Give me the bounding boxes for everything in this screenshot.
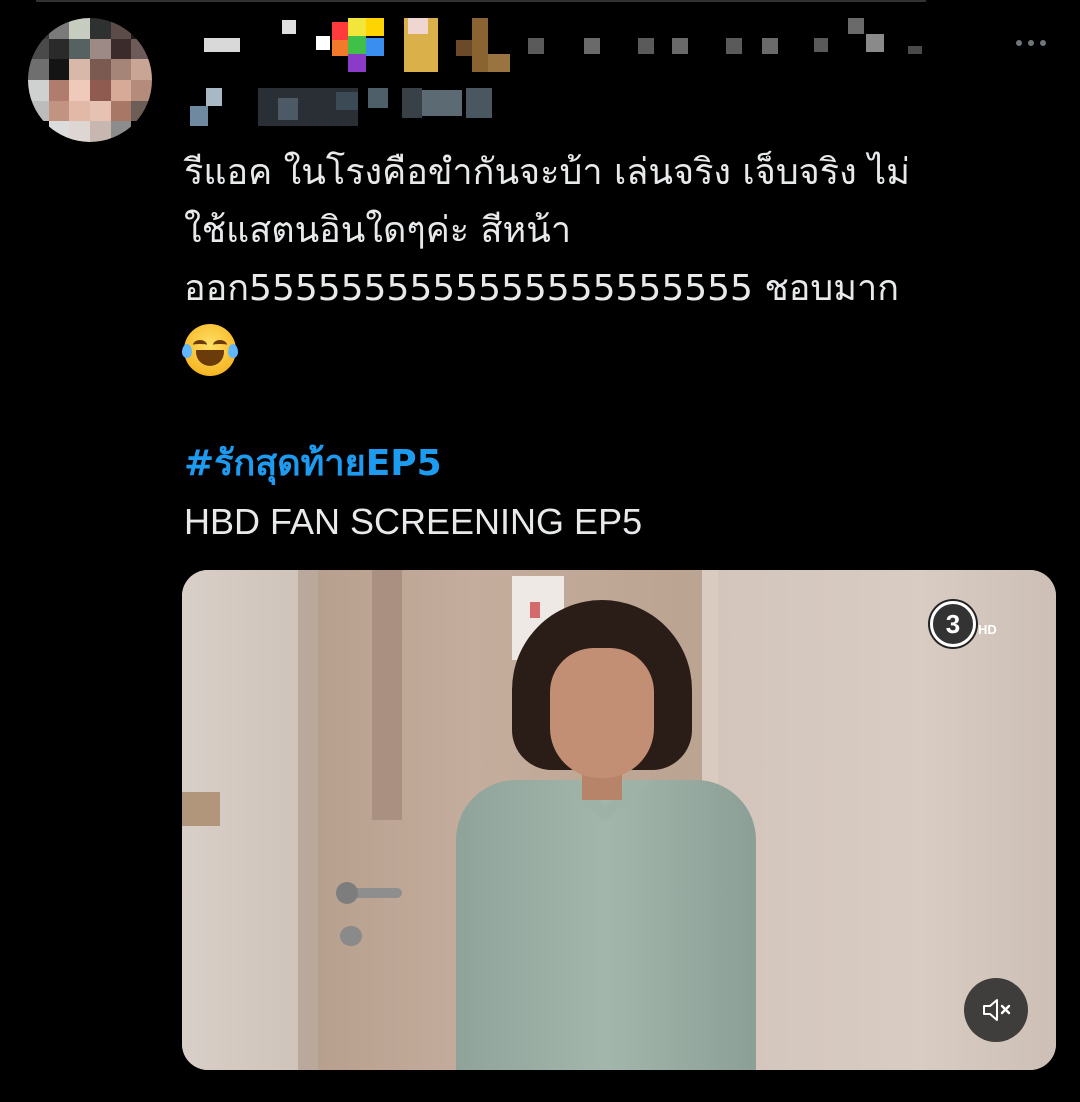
tweet-text: รีแอค ในโรงคือขำกันจะบ้า เล่นจริง เจ็บจร… [182,144,1054,376]
hashtag-link[interactable]: #รักสุดท้ายEP5 [184,436,442,492]
face-with-tears-of-joy-icon [182,324,238,376]
tweet-text-line-3: ออก5555555555555555555555 ชอบมาก [184,268,900,309]
display-name-pixelated[interactable] [198,18,938,74]
mute-toggle-button[interactable] [964,978,1028,1042]
video-player[interactable]: 3 HD [182,570,1056,1070]
tweet-text-line-2: ใช้แสตนอินใดๆค่ะ สีหน้า [184,210,572,251]
username-pixelated[interactable] [186,88,506,128]
tweet-text-line-1: รีแอค ในโรงคือขำกันจะบ้า เล่นจริง เจ็บจร… [184,152,910,193]
top-divider [36,0,926,2]
avatar[interactable] [28,18,152,142]
channel-logo-suffix: HD [978,621,997,637]
more-options-icon [1013,40,1049,46]
mute-icon [983,999,1011,1021]
channel-logo: 3 HD [930,600,1010,648]
channel-logo-number: 3 [930,601,976,647]
event-title: HBD FAN SCREENING EP5 [184,501,643,542]
more-options-button[interactable] [1006,26,1056,60]
video-subject [452,600,782,1070]
